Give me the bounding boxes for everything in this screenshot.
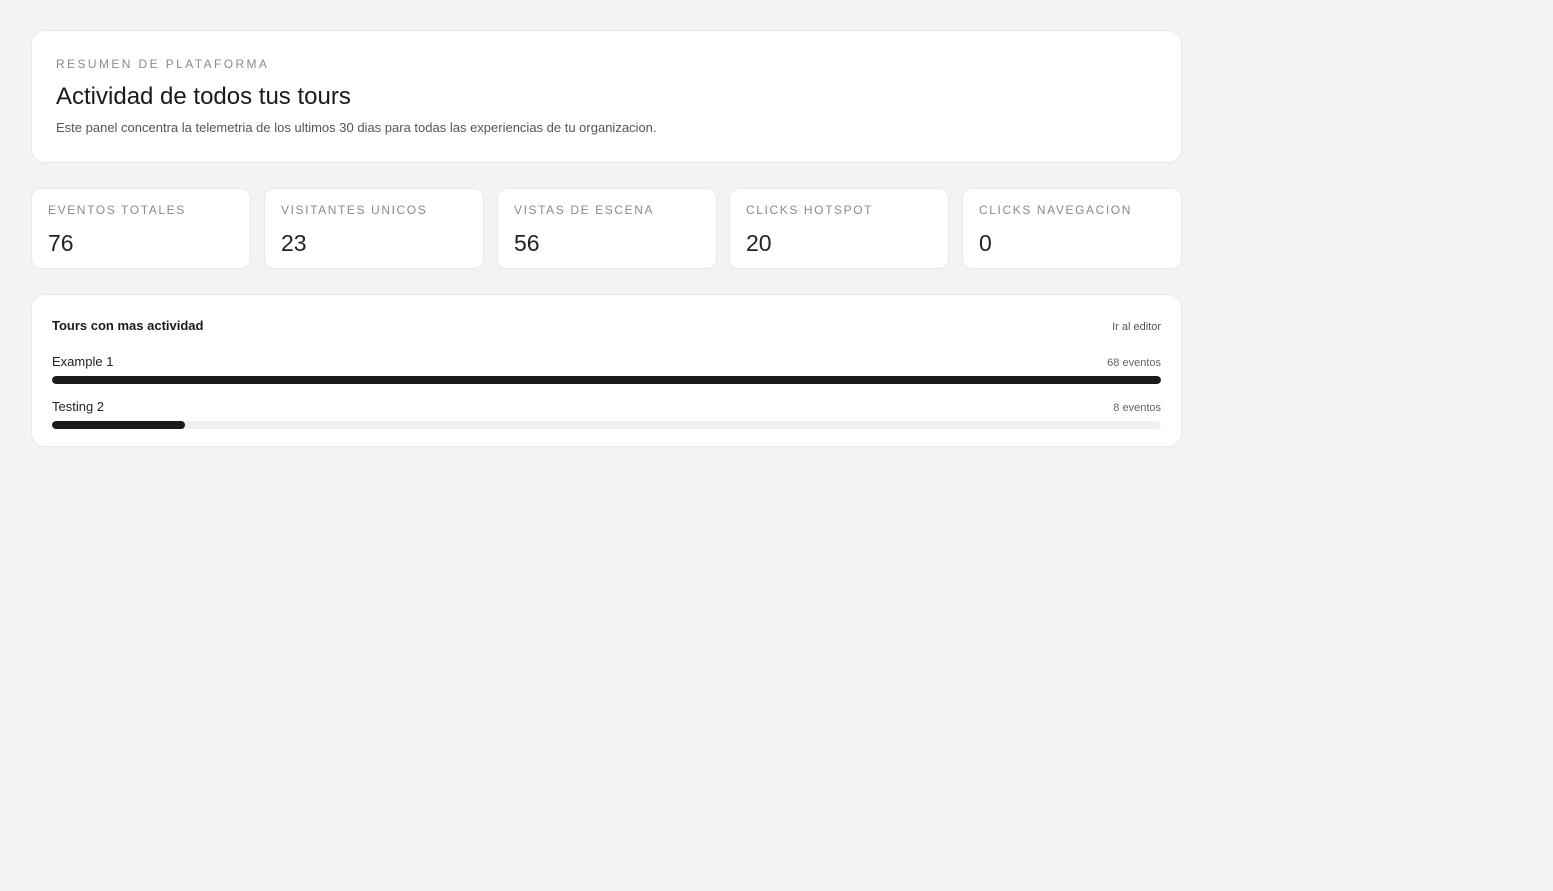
tour-row-header: Testing 2 8 eventos [52,399,1161,415]
top-tours-title: Tours con mas actividad [52,318,204,333]
stat-card-eventos-totales: EVENTOS TOTALES 76 [31,188,251,269]
stat-label: CLICKS NAVEGACION [979,203,1133,217]
tour-activity-bar-fill [52,376,1161,384]
stat-label: VISITANTES UNICOS [281,203,428,217]
tour-row: Example 1 68 eventos [52,354,1161,384]
tour-activity-bar-track [52,421,1161,429]
stat-card-vistas-de-escena: VISTAS DE ESCENA 56 [497,188,717,269]
go-to-editor-link[interactable]: Ir al editor [1112,321,1161,333]
stat-value: 76 [48,230,74,256]
stat-label: VISTAS DE ESCENA [514,203,655,217]
stat-value: 0 [979,230,992,256]
stats-row: EVENTOS TOTALES 76 VISITANTES UNICOS 23 … [31,188,1182,269]
stat-value: 20 [746,230,772,256]
stat-label: CLICKS HOTSPOT [746,203,874,217]
platform-summary-card: RESUMEN DE PLATAFORMA Actividad de todos… [31,30,1182,163]
stat-card-clicks-navegacion: CLICKS NAVEGACION 0 [962,188,1182,269]
tour-row-header: Example 1 68 eventos [52,354,1161,370]
stat-card-visitantes-unicos: VISITANTES UNICOS 23 [264,188,484,269]
tour-activity-bar-track [52,376,1161,384]
stat-card-clicks-hotspot: CLICKS HOTSPOT 20 [729,188,949,269]
summary-description: Este panel concentra la telemetria de lo… [56,120,657,135]
stat-label: EVENTOS TOTALES [48,203,186,217]
tour-name: Example 1 [52,354,114,369]
top-tours-header: Tours con mas actividad Ir al editor [52,318,1161,336]
tour-activity-bar-fill [52,421,186,429]
top-tours-card: Tours con mas actividad Ir al editor Exa… [31,294,1182,447]
tour-name: Testing 2 [52,399,105,414]
stat-value: 23 [281,230,307,256]
page-title: Actividad de todos tus tours [56,83,351,110]
stat-value: 56 [514,230,540,256]
tour-event-count: 68 eventos [1107,357,1161,369]
tour-row: Testing 2 8 eventos [52,399,1161,429]
tour-event-count: 8 eventos [1113,402,1161,414]
summary-eyebrow: RESUMEN DE PLATAFORMA [56,57,270,71]
